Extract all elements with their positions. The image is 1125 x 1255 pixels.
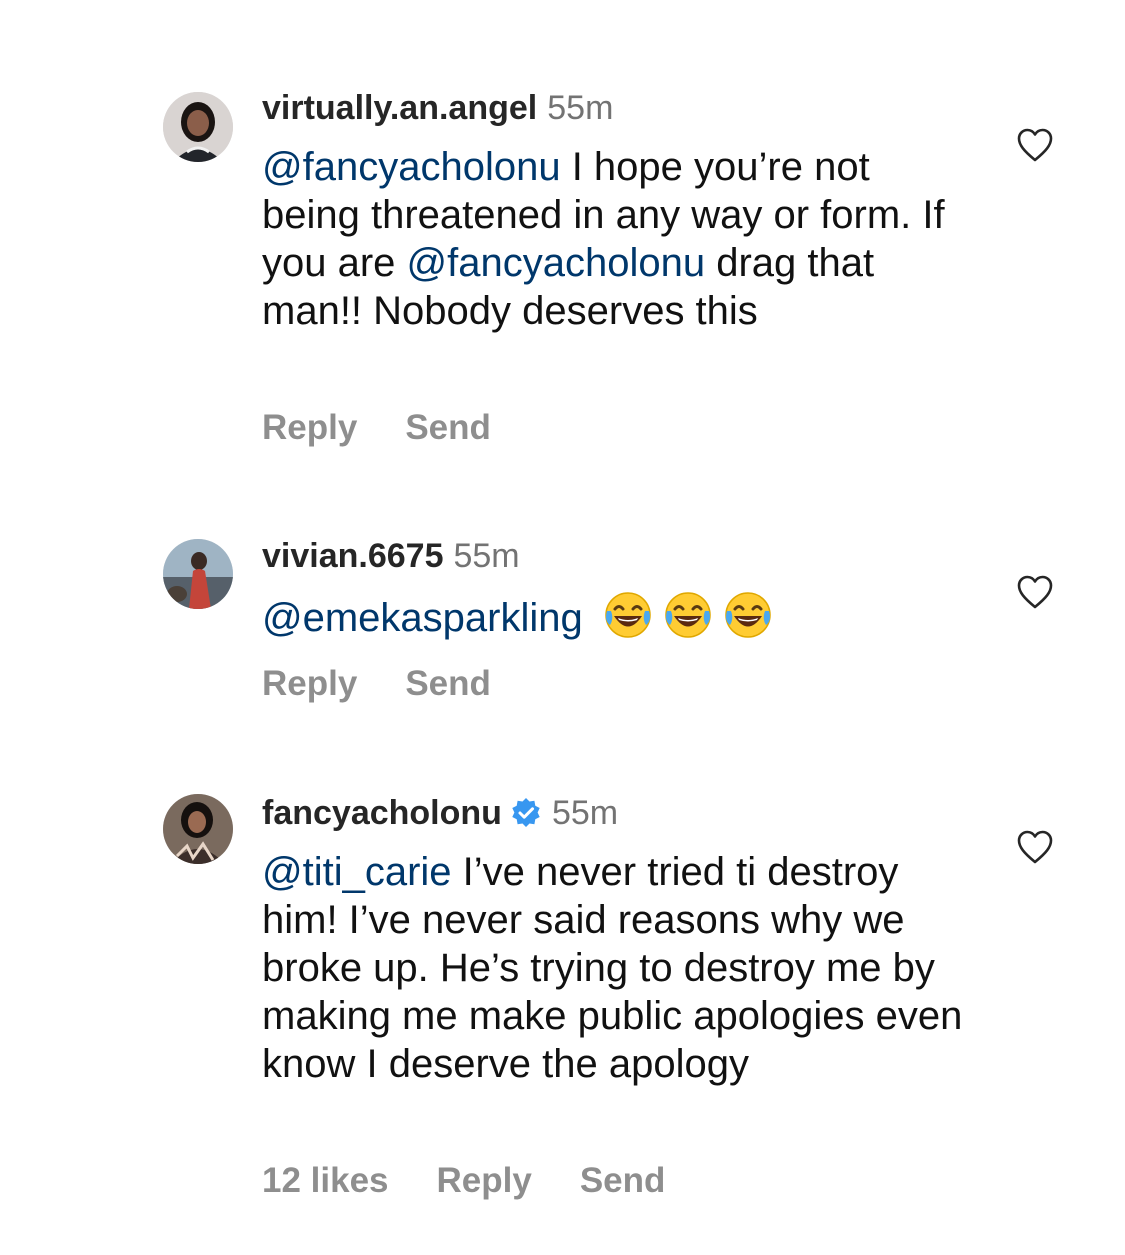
reply-button[interactable]: Reply	[437, 1161, 532, 1200]
comment-username[interactable]: fancyacholonu	[262, 794, 502, 832]
send-button[interactable]: Send	[405, 664, 491, 703]
heart-outline-icon[interactable]	[1016, 574, 1054, 610]
verified-badge-icon	[512, 798, 540, 827]
comment-timestamp: 55m	[453, 537, 520, 575]
cropped-content-fragment	[440, 0, 500, 2]
heart-outline-icon[interactable]	[1016, 127, 1054, 163]
avatar[interactable]	[163, 539, 233, 609]
likes-count[interactable]: 12 likes	[262, 1161, 389, 1200]
face-with-tears-of-joy-icon	[605, 592, 651, 638]
face-with-tears-of-joy-icon	[665, 592, 711, 638]
comment-username[interactable]: vivian.6675	[262, 537, 443, 575]
comment-text: @emekasparkling	[262, 589, 972, 642]
heart-outline-icon[interactable]	[1016, 829, 1054, 865]
mention-link[interactable]: @emekasparkling	[262, 596, 583, 640]
avatar[interactable]	[163, 794, 233, 864]
mention-link[interactable]: @fancyacholonu	[262, 145, 561, 189]
comment-text: @fancyacholonu I hope you’re not being t…	[262, 143, 972, 335]
comment-username[interactable]: virtually.an.angel	[262, 89, 537, 127]
mention-link[interactable]: @fancyacholonu	[407, 241, 706, 285]
send-button[interactable]: Send	[580, 1161, 666, 1200]
reply-button[interactable]: Reply	[262, 408, 357, 447]
comment-timestamp: 55m	[547, 89, 614, 127]
comment-text: @titi_carie I’ve never tried ti destroy …	[262, 848, 972, 1088]
face-with-tears-of-joy-icon	[725, 592, 771, 638]
avatar[interactable]	[163, 92, 233, 162]
mention-link[interactable]: @titi_carie	[262, 850, 452, 894]
reply-button[interactable]: Reply	[262, 664, 357, 703]
comment-timestamp: 55m	[551, 794, 619, 832]
send-button[interactable]: Send	[405, 408, 491, 447]
comment-text-segment	[583, 596, 594, 640]
